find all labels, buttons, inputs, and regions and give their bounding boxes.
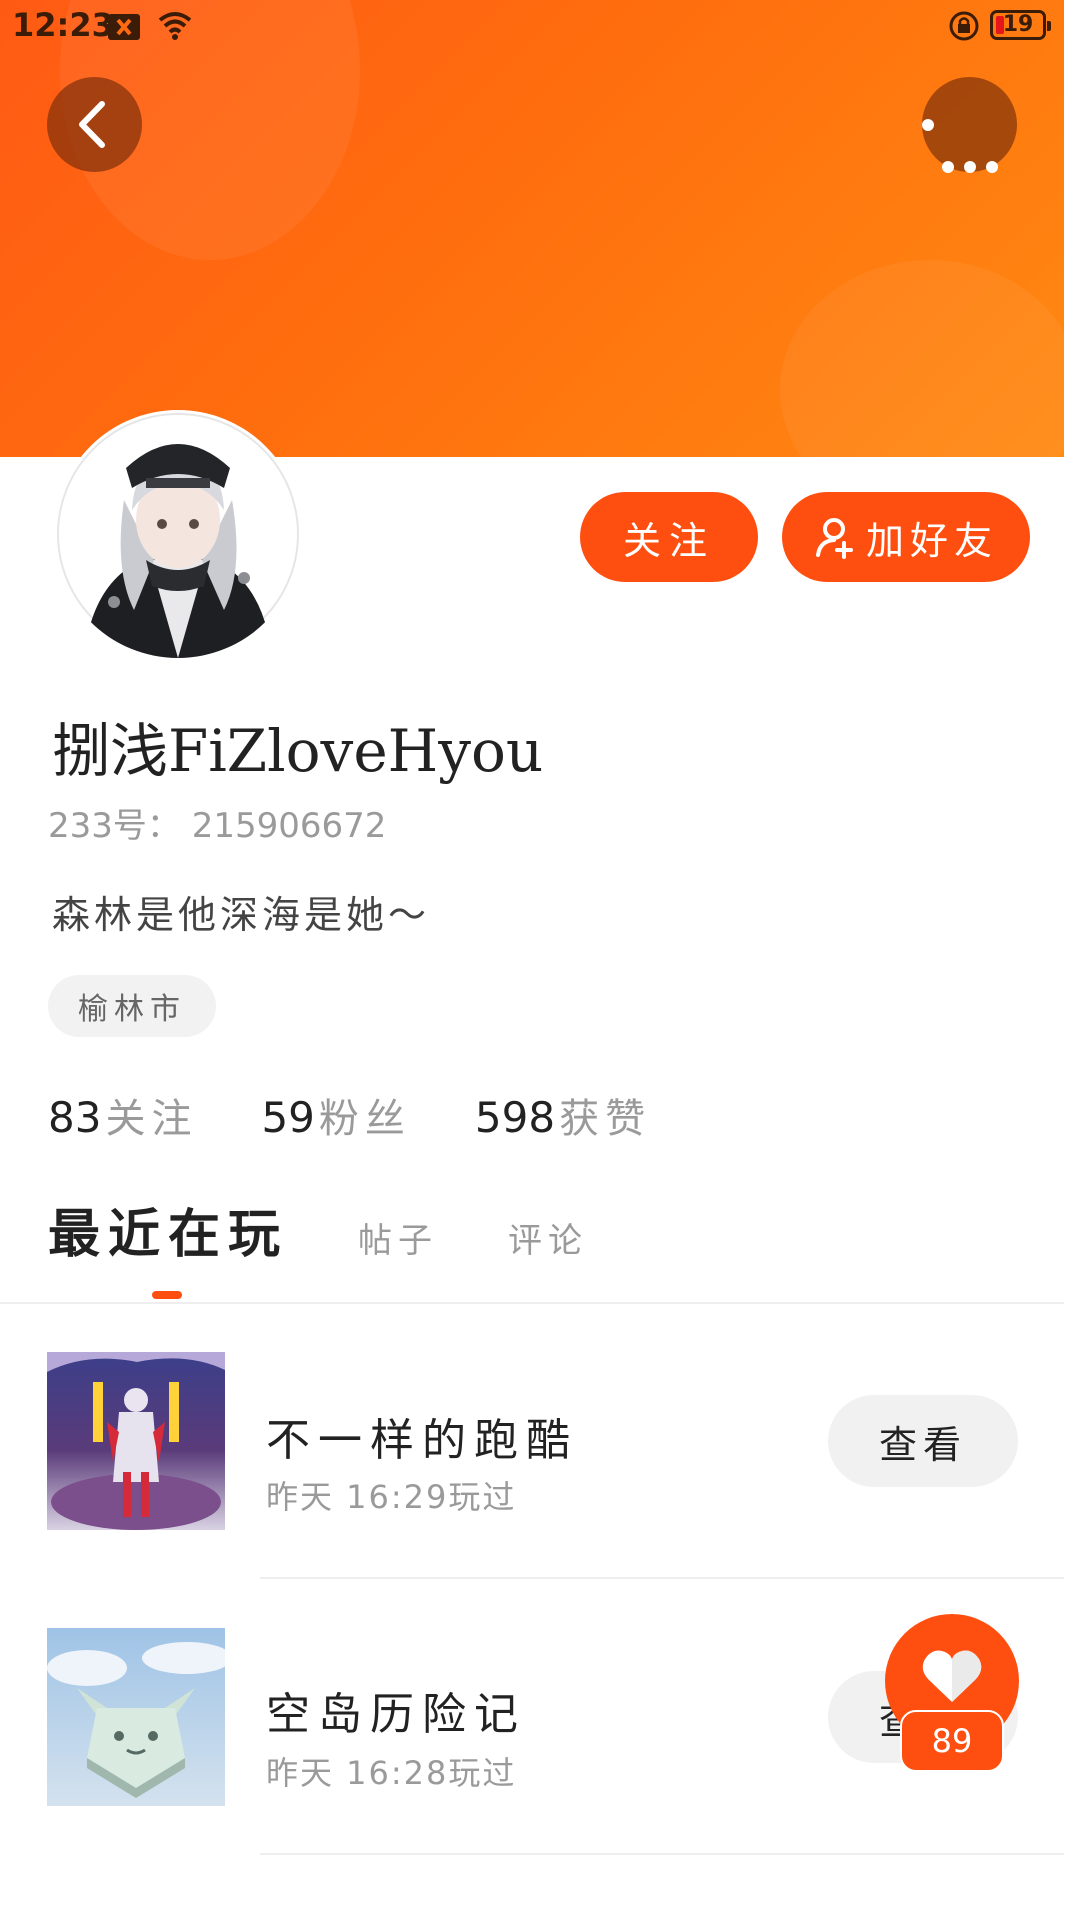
battery-level: 19 <box>1002 12 1034 37</box>
add-friend-label: 加好友 <box>865 518 998 563</box>
stat-followers[interactable]: 59 粉丝 <box>261 1086 410 1144</box>
tab-posts[interactable]: 帖子 <box>358 1213 438 1262</box>
follow-button-label: 关注 <box>622 518 715 563</box>
view-button[interactable]: 查看 <box>828 1395 1018 1487</box>
game-last-played: 昨天 16:29玩过 <box>266 1478 517 1516</box>
like-count: 89 <box>900 1710 1004 1772</box>
location-tag: 榆林市 <box>48 975 216 1037</box>
game-thumbnail <box>47 1352 225 1530</box>
list-item[interactable]: 不一样的跑酷 昨天 16:29玩过 查看 <box>0 1304 1080 1579</box>
screen-edge <box>1064 0 1080 1920</box>
stat-likes[interactable]: 598 获赞 <box>475 1086 651 1144</box>
game-last-played: 昨天 16:28玩过 <box>266 1754 517 1792</box>
stat-value: 598 <box>474 1093 556 1142</box>
tab-recently-played[interactable]: 最近在玩 <box>48 1192 288 1267</box>
wifi-icon <box>158 10 192 44</box>
stat-value: 59 <box>261 1093 315 1142</box>
profile-banner <box>0 0 1080 457</box>
game-title: 不一样的跑酷 <box>266 1415 578 1466</box>
tab-comments[interactable]: 评论 <box>508 1213 588 1262</box>
more-horizontal-icon <box>922 119 998 173</box>
divider <box>260 1853 1064 1855</box>
username: 捌浅FiZloveHyou <box>52 717 544 785</box>
game-thumbnail <box>47 1628 225 1806</box>
back-button[interactable] <box>47 77 142 172</box>
location-tag-label: 榆林市 <box>78 992 186 1027</box>
tab-indicator <box>152 1291 182 1299</box>
stat-following[interactable]: 83 关注 <box>48 1086 197 1144</box>
notification-icon <box>108 14 140 40</box>
chevron-left-icon <box>79 101 105 148</box>
stat-label: 粉丝 <box>318 1096 411 1142</box>
stats-row: 83 关注 59 粉丝 598 获赞 <box>48 1086 715 1144</box>
follow-button[interactable]: 关注 <box>580 492 758 582</box>
user-id: 233号： 215906672 <box>48 806 387 846</box>
battery-icon: 19 <box>990 10 1051 40</box>
game-title: 空岛历险记 <box>266 1689 526 1740</box>
avatar[interactable] <box>54 410 302 658</box>
add-user-icon <box>815 518 853 559</box>
banner-decoration <box>780 260 1080 457</box>
view-button-label: 查看 <box>878 1422 967 1467</box>
more-button[interactable] <box>922 77 1017 173</box>
divider <box>260 1577 1064 1579</box>
rotation-lock-icon <box>948 10 980 46</box>
status-time: 12:23 <box>12 6 114 44</box>
stat-label: 关注 <box>105 1096 198 1142</box>
stat-value: 83 <box>48 1093 102 1142</box>
add-friend-button[interactable]: 加好友 <box>782 492 1030 582</box>
like-count-value: 89 <box>931 1722 973 1760</box>
bio: 森林是他深海是她～ <box>52 893 431 937</box>
profile-tabs: 最近在玩 帖子 评论 <box>48 1192 588 1282</box>
status-bar: 12:23 19 <box>0 0 1080 54</box>
stat-label: 获赞 <box>559 1096 652 1142</box>
